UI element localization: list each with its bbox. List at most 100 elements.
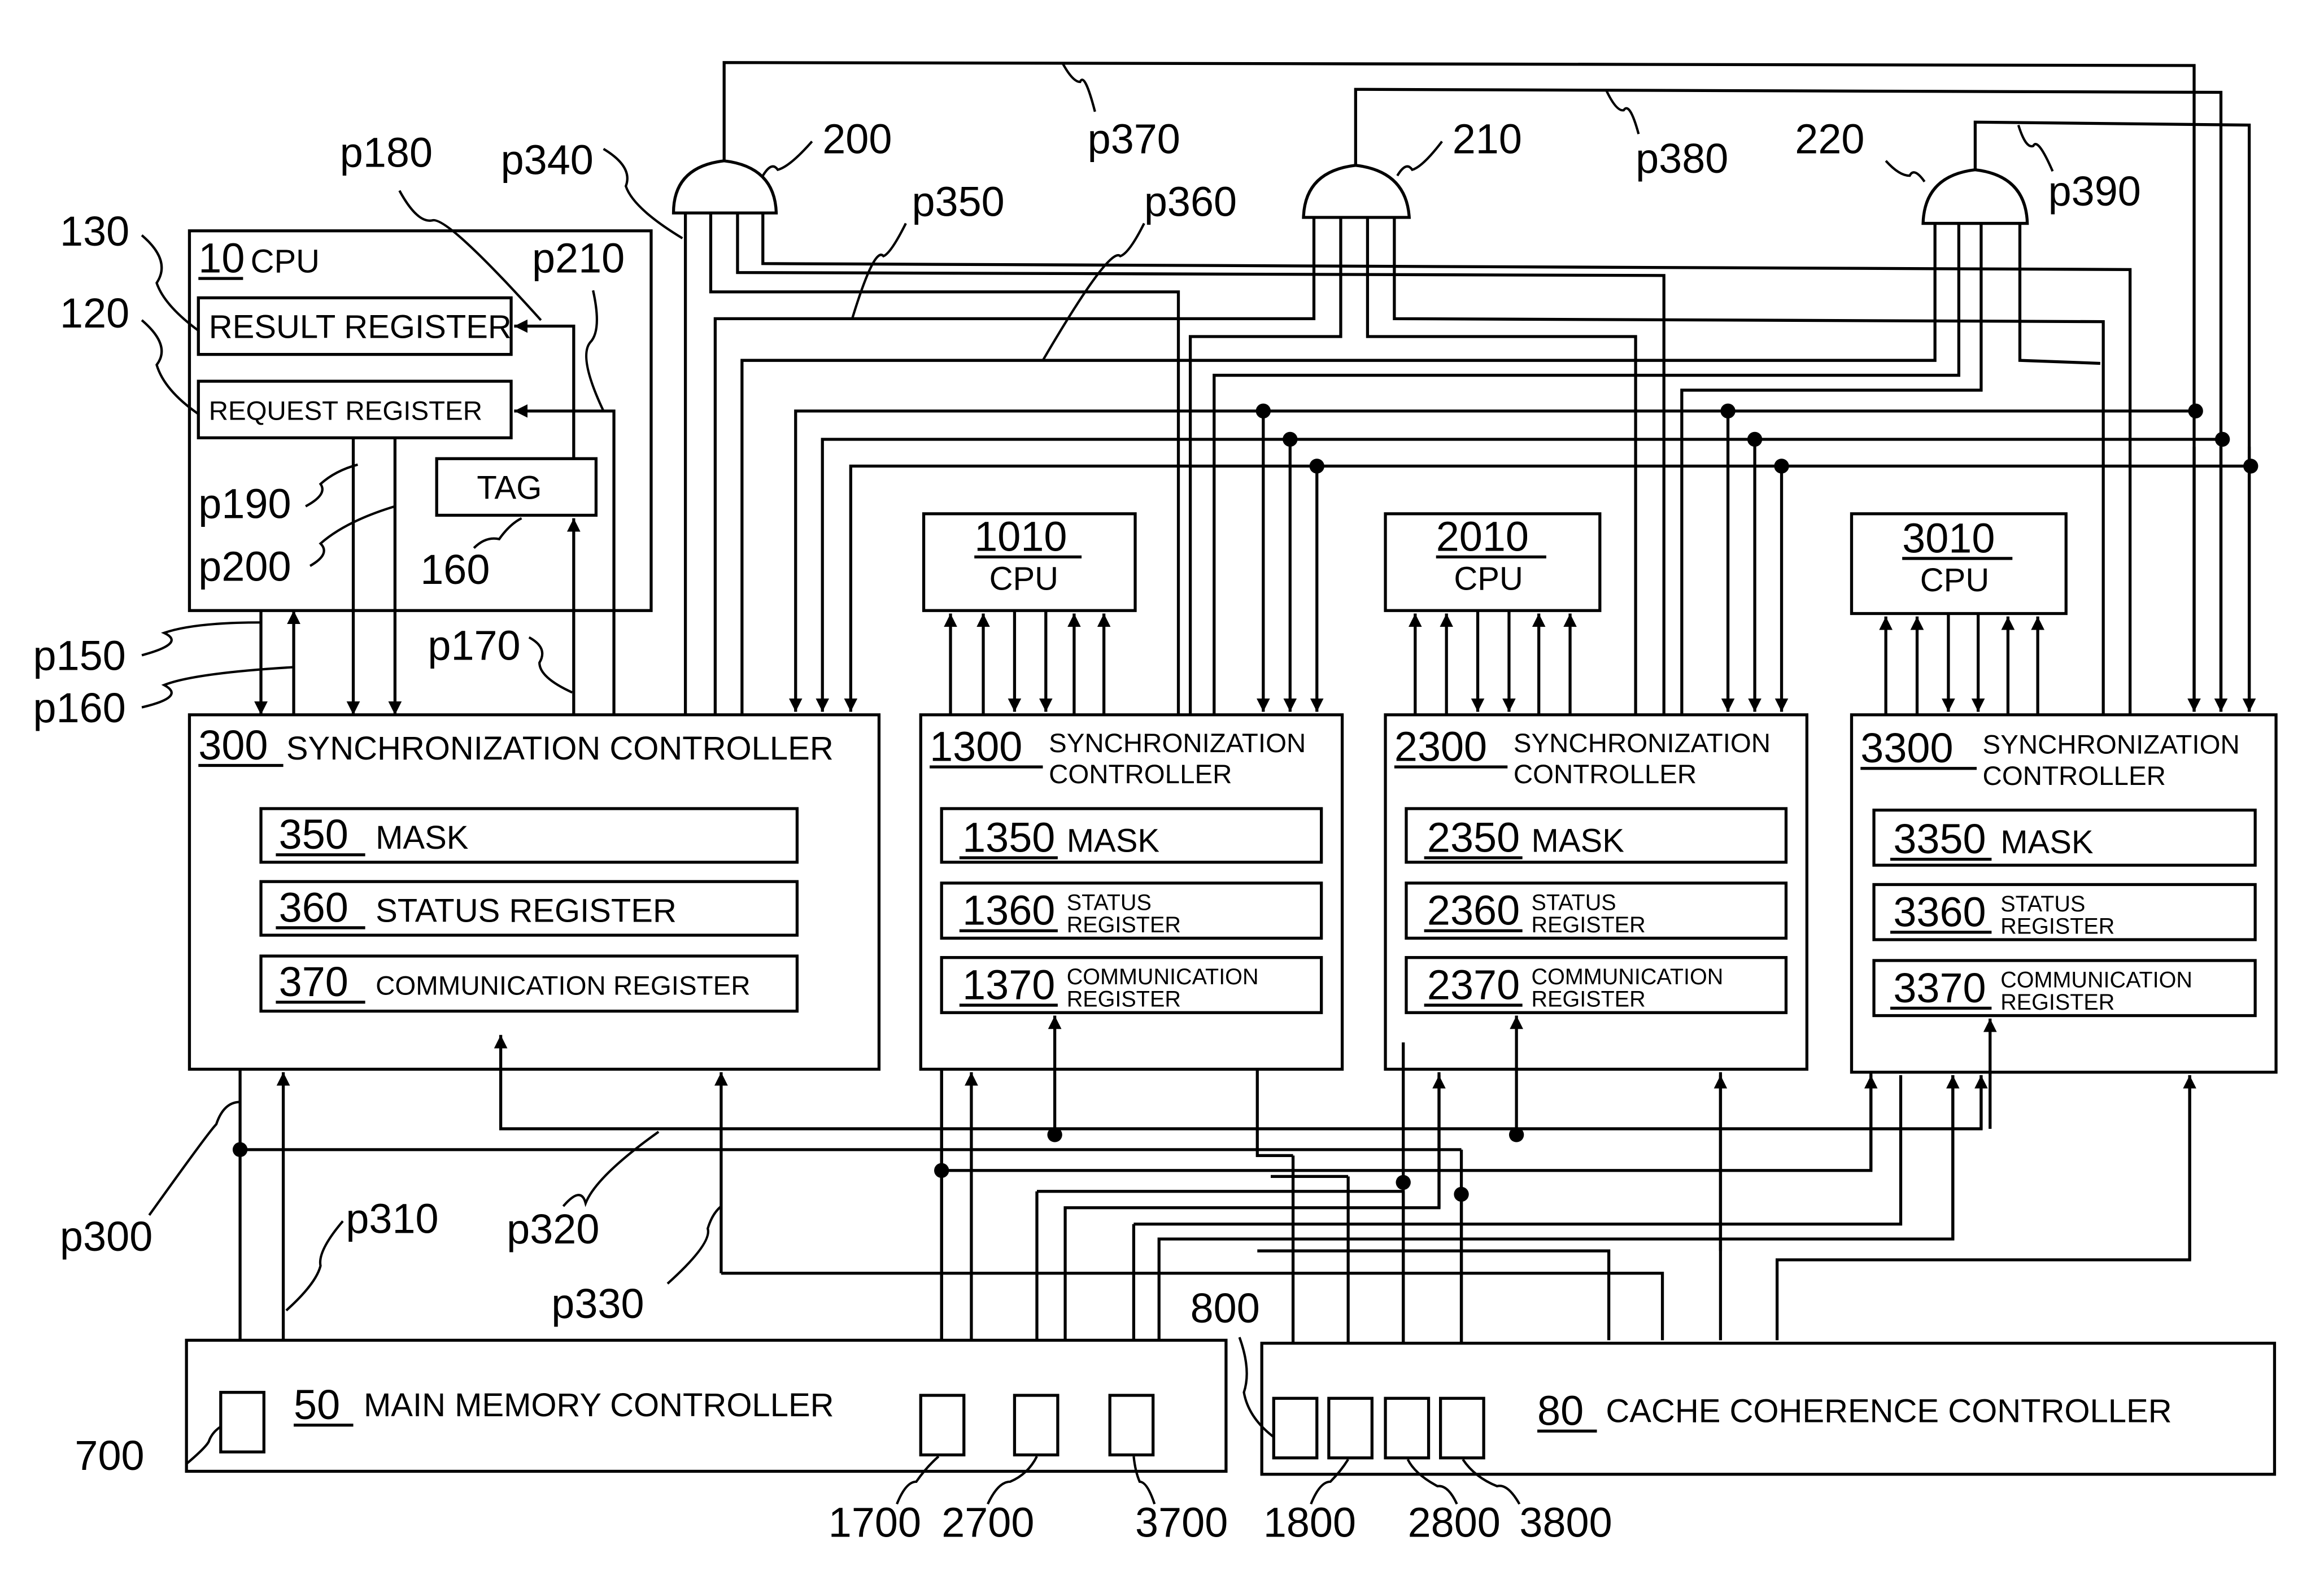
svg-text:p370: p370: [1088, 116, 1180, 163]
svg-text:370: 370: [279, 958, 348, 1005]
svg-text:3800: 3800: [1519, 1499, 1612, 1546]
svg-text:MASK: MASK: [1067, 822, 1160, 859]
synchronization-system-diagram: 10 CPU RESULT REGISTER REQUEST REGISTER …: [33, 61, 2278, 1546]
svg-text:COMMUNICATION: COMMUNICATION: [1532, 964, 1724, 989]
svg-text:STATUS: STATUS: [2000, 892, 2085, 916]
and-gate-220: [1921, 168, 2029, 225]
svg-text:CONTROLLER: CONTROLLER: [1514, 760, 1697, 789]
svg-text:p380: p380: [1636, 135, 1728, 182]
svg-text:p350: p350: [912, 178, 1004, 225]
svg-text:1360: 1360: [962, 887, 1055, 934]
main-memory-controller-50: 50 MAIN MEMORY CONTROLLER: [185, 1338, 1228, 1473]
svg-text:2350: 2350: [1427, 814, 1520, 861]
svg-text:3350: 3350: [1893, 815, 1986, 862]
svg-text:MASK: MASK: [2000, 824, 2094, 861]
node-2: 2010 CPU 2300 SYNCHRONIZATION CONTROLLER…: [1384, 512, 1809, 1071]
svg-text:REGISTER: REGISTER: [2000, 990, 2114, 1015]
svg-text:160: 160: [420, 546, 490, 593]
svg-text:SYNCHRONIZATION: SYNCHRONIZATION: [1983, 730, 2240, 760]
svg-text:3300: 3300: [1860, 724, 1953, 771]
svg-text:MASK: MASK: [1532, 822, 1625, 859]
svg-text:MAIN MEMORY CONTROLLER: MAIN MEMORY CONTROLLER: [364, 1387, 834, 1424]
svg-text:2010: 2010: [1436, 513, 1529, 560]
node-3: 3010 CPU 3300 SYNCHRONIZATION CONTROLLER…: [1850, 512, 2278, 1074]
svg-text:STATUS REGISTER: STATUS REGISTER: [376, 892, 677, 929]
cache-coherence-controller-80: 80 CACHE COHERENCE CONTROLLER: [1260, 1342, 2277, 1476]
svg-text:2370: 2370: [1427, 962, 1520, 1009]
memory-port-2700: [1013, 1394, 1059, 1457]
cache-port-3800: [1439, 1396, 1485, 1460]
svg-text:p390: p390: [2048, 168, 2141, 215]
svg-text:p180: p180: [340, 129, 433, 176]
svg-text:3370: 3370: [1893, 964, 1986, 1011]
svg-text:p340: p340: [501, 137, 594, 184]
svg-text:p310: p310: [346, 1195, 438, 1242]
svg-text:50: 50: [294, 1381, 340, 1428]
node-1: 1010 CPU 1300 SYNCHRONIZATION CONTROLLER…: [919, 512, 1344, 1071]
svg-text:p190: p190: [198, 481, 291, 527]
svg-text:1350: 1350: [962, 814, 1055, 861]
svg-text:1800: 1800: [1263, 1499, 1356, 1546]
svg-text:2700: 2700: [941, 1499, 1034, 1546]
svg-text:COMMUNICATION: COMMUNICATION: [1067, 964, 1259, 989]
svg-text:p200: p200: [198, 543, 291, 590]
svg-text:SYNCHRONIZATION CONTROLLER: SYNCHRONIZATION CONTROLLER: [286, 730, 834, 767]
svg-text:80: 80: [1537, 1387, 1584, 1434]
svg-text:p320: p320: [507, 1206, 599, 1252]
cache-port-2800: [1384, 1396, 1431, 1460]
svg-text:STATUS: STATUS: [1532, 890, 1616, 915]
svg-text:REGISTER: REGISTER: [2000, 914, 2114, 939]
svg-text:REGISTER: REGISTER: [1532, 913, 1646, 937]
svg-text:CPU: CPU: [989, 560, 1058, 597]
svg-text:REGISTER: REGISTER: [1067, 987, 1181, 1012]
svg-text:220: 220: [1795, 116, 1864, 163]
svg-text:p160: p160: [33, 684, 126, 731]
svg-text:SYNCHRONIZATION: SYNCHRONIZATION: [1514, 728, 1771, 758]
svg-text:1300: 1300: [930, 723, 1022, 770]
svg-text:350: 350: [279, 811, 348, 858]
svg-text:STATUS: STATUS: [1067, 890, 1152, 915]
svg-text:1010: 1010: [974, 513, 1067, 560]
svg-text:2300: 2300: [1394, 723, 1487, 770]
cpu-10-ref: 10: [198, 235, 245, 282]
svg-text:360: 360: [279, 884, 348, 931]
svg-text:700: 700: [75, 1432, 144, 1479]
svg-text:MASK: MASK: [376, 819, 469, 856]
svg-text:1370: 1370: [962, 962, 1055, 1009]
memory-port-700: [219, 1391, 265, 1454]
svg-text:1700: 1700: [829, 1499, 921, 1546]
svg-text:p360: p360: [1144, 178, 1237, 225]
svg-text:130: 130: [60, 208, 129, 255]
svg-text:COMMUNICATION REGISTER: COMMUNICATION REGISTER: [376, 971, 750, 1001]
and-gate-210: [1302, 164, 1411, 219]
svg-text:RESULT REGISTER: RESULT REGISTER: [209, 309, 512, 346]
svg-text:COMMUNICATION: COMMUNICATION: [2000, 967, 2192, 992]
svg-text:120: 120: [60, 290, 129, 337]
svg-text:p330: p330: [551, 1280, 644, 1327]
svg-text:3700: 3700: [1135, 1499, 1228, 1546]
svg-text:3010: 3010: [1902, 514, 1995, 561]
svg-text:p300: p300: [60, 1213, 152, 1260]
svg-text:SYNCHRONIZATION: SYNCHRONIZATION: [1049, 728, 1306, 758]
cpu-10-title: CPU: [251, 243, 320, 280]
cache-port-1800: [1327, 1396, 1374, 1460]
svg-text:REQUEST REGISTER: REQUEST REGISTER: [209, 396, 482, 426]
svg-text:REGISTER: REGISTER: [1067, 913, 1181, 937]
svg-text:p170: p170: [428, 622, 520, 669]
svg-text:300: 300: [198, 722, 268, 769]
and-gate-200: [672, 159, 778, 215]
cache-port-800: [1272, 1396, 1319, 1460]
svg-text:TAG: TAG: [477, 469, 542, 506]
svg-text:3360: 3360: [1893, 888, 1986, 935]
memory-port-1700: [919, 1394, 966, 1457]
svg-text:200: 200: [822, 116, 892, 163]
svg-text:210: 210: [1453, 116, 1522, 163]
svg-text:2800: 2800: [1408, 1499, 1501, 1546]
svg-text:CPU: CPU: [1454, 560, 1523, 597]
sync-controller-300: 300 SYNCHRONIZATION CONTROLLER 350 MASK …: [188, 713, 881, 1071]
svg-text:p150: p150: [33, 632, 126, 679]
svg-text:CONTROLLER: CONTROLLER: [1983, 761, 2166, 791]
svg-text:REGISTER: REGISTER: [1532, 987, 1646, 1012]
cpu-sync-arrows: [944, 610, 2045, 715]
svg-text:CPU: CPU: [1920, 562, 1989, 599]
